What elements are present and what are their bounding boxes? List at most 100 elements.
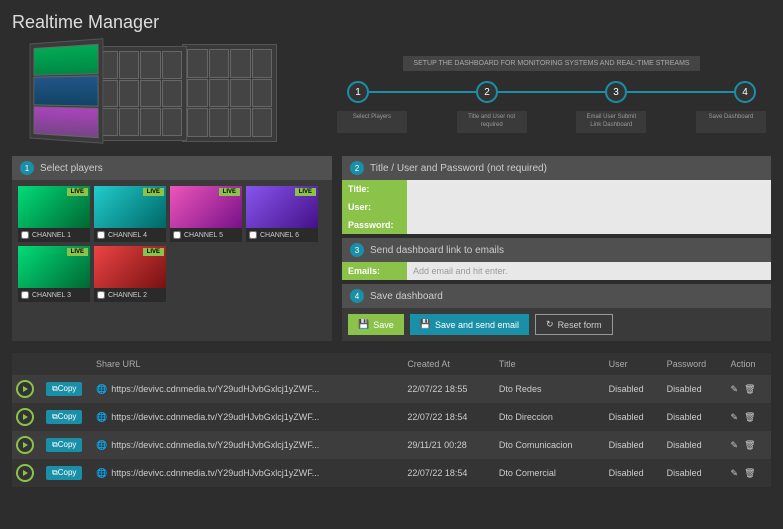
panel-number: 1 bbox=[20, 161, 34, 175]
step-3: 3 bbox=[605, 81, 627, 103]
title-cell: Dto Redes bbox=[495, 375, 605, 403]
step-caption: Title and User not required bbox=[457, 111, 527, 133]
delete-icon[interactable]: 🗑 bbox=[744, 468, 755, 479]
title-label: Title: bbox=[342, 180, 407, 198]
send-emails-panel: 3Send dashboard link to emails Emails: bbox=[342, 238, 771, 280]
globe-icon: 🌐 bbox=[96, 412, 107, 423]
live-badge: LIVE bbox=[143, 248, 164, 256]
table-row: ⧉Copy 🌐 https://devivc.cdnmedia.tv/Y29udH… bbox=[12, 403, 771, 431]
player-tile[interactable]: LIVE CHANNEL 3 bbox=[18, 246, 90, 302]
live-badge: LIVE bbox=[67, 248, 88, 256]
password-label: Password: bbox=[342, 216, 407, 234]
title-input[interactable] bbox=[407, 180, 771, 198]
edit-icon[interactable]: ✎ bbox=[731, 468, 739, 479]
play-button[interactable] bbox=[16, 464, 34, 482]
player-label: CHANNEL 6 bbox=[260, 232, 299, 239]
col-created[interactable]: Created At bbox=[403, 353, 495, 375]
delete-icon[interactable]: 🗑 bbox=[744, 384, 755, 395]
password-cell: Disabled bbox=[663, 375, 727, 403]
panel-title: Save dashboard bbox=[370, 291, 443, 302]
setup-label: SETUP THE DASHBOARD FOR MONITORING SYSTE… bbox=[403, 56, 699, 71]
col-password[interactable]: Password bbox=[663, 353, 727, 375]
player-tile[interactable]: LIVE CHANNEL 4 bbox=[94, 186, 166, 242]
panel-number: 4 bbox=[350, 289, 364, 303]
player-checkbox[interactable] bbox=[249, 231, 257, 239]
player-tile[interactable]: LIVE CHANNEL 5 bbox=[170, 186, 242, 242]
play-button[interactable] bbox=[16, 436, 34, 454]
globe-icon: 🌐 bbox=[96, 440, 107, 451]
url-text[interactable]: https://devivc.cdnmedia.tv/Y29udHJvbGxlc… bbox=[111, 412, 319, 422]
user-cell: Disabled bbox=[605, 459, 663, 487]
title-user-password-panel: 2 Title / User and Password (not required… bbox=[342, 156, 771, 234]
edit-icon[interactable]: ✎ bbox=[731, 440, 739, 451]
player-label: CHANNEL 2 bbox=[108, 292, 147, 299]
user-cell: Disabled bbox=[605, 375, 663, 403]
player-checkbox[interactable] bbox=[97, 231, 105, 239]
globe-icon: 🌐 bbox=[96, 384, 107, 395]
player-checkbox[interactable] bbox=[97, 291, 105, 299]
copy-button[interactable]: ⧉Copy bbox=[46, 438, 82, 452]
user-input[interactable] bbox=[407, 198, 771, 216]
save-icon: 💾 bbox=[420, 319, 431, 330]
player-label: CHANNEL 5 bbox=[184, 232, 223, 239]
url-text[interactable]: https://devivc.cdnmedia.tv/Y29udHJvbGxlc… bbox=[111, 440, 319, 450]
title-cell: Dto Comercial bbox=[495, 459, 605, 487]
panel-number: 2 bbox=[350, 161, 364, 175]
player-checkbox[interactable] bbox=[21, 291, 29, 299]
step-caption: Select Players bbox=[337, 111, 407, 133]
reset-button[interactable]: ↻Reset form bbox=[535, 314, 613, 335]
select-players-panel: 1 Select players LIVE CHANNEL 1 LIVE CHAN… bbox=[12, 156, 332, 341]
col-share[interactable]: Share URL bbox=[92, 353, 403, 375]
reset-icon: ↻ bbox=[546, 319, 554, 330]
emails-label: Emails: bbox=[342, 262, 407, 280]
edit-icon[interactable]: ✎ bbox=[731, 412, 739, 423]
step-2: 2 bbox=[476, 81, 498, 103]
edit-icon[interactable]: ✎ bbox=[731, 384, 739, 395]
url-text[interactable]: https://devivc.cdnmedia.tv/Y29udHJvbGxlc… bbox=[111, 384, 319, 394]
table-row: ⧉Copy 🌐 https://devivc.cdnmedia.tv/Y29udH… bbox=[12, 375, 771, 403]
save-dashboard-panel: 4 Save dashboard 💾Save 💾Save and send ema… bbox=[342, 284, 771, 341]
save-button[interactable]: 💾Save bbox=[348, 314, 404, 335]
created-cell: 29/11/21 00:28 bbox=[403, 431, 495, 459]
password-cell: Disabled bbox=[663, 459, 727, 487]
created-cell: 22/07/22 18:54 bbox=[403, 403, 495, 431]
copy-button[interactable]: ⧉Copy bbox=[46, 382, 82, 396]
delete-icon[interactable]: 🗑 bbox=[744, 412, 755, 423]
step-caption: Save Dashboard bbox=[696, 111, 766, 133]
created-cell: 22/07/22 18:55 bbox=[403, 375, 495, 403]
copy-button[interactable]: ⧉Copy bbox=[46, 466, 82, 480]
password-cell: Disabled bbox=[663, 431, 727, 459]
player-tile[interactable]: LIVE CHANNEL 1 bbox=[18, 186, 90, 242]
panel-title: Title / User and Password (not required) bbox=[370, 163, 547, 174]
setup-steps: SETUP THE DASHBOARD FOR MONITORING SYSTE… bbox=[332, 41, 771, 146]
player-tile[interactable]: LIVE CHANNEL 2 bbox=[94, 246, 166, 302]
panel-title: Select players bbox=[40, 163, 103, 174]
page-title: Realtime Manager bbox=[12, 12, 771, 33]
step-1: 1 bbox=[347, 81, 369, 103]
player-checkbox[interactable] bbox=[21, 231, 29, 239]
dashboards-table: Share URL Created At Title User Password… bbox=[12, 353, 771, 487]
table-row: ⧉Copy 🌐 https://devivc.cdnmedia.tv/Y29udH… bbox=[12, 431, 771, 459]
delete-icon[interactable]: 🗑 bbox=[744, 440, 755, 451]
password-input[interactable] bbox=[407, 216, 771, 234]
globe-icon: 🌐 bbox=[96, 468, 107, 479]
url-text[interactable]: https://devivc.cdnmedia.tv/Y29udHJvbGxlc… bbox=[111, 468, 319, 478]
player-tile[interactable]: LIVE CHANNEL 6 bbox=[246, 186, 318, 242]
play-button[interactable] bbox=[16, 408, 34, 426]
copy-button[interactable]: ⧉Copy bbox=[46, 410, 82, 424]
panel-title: Send dashboard link to emails bbox=[370, 245, 504, 256]
player-checkbox[interactable] bbox=[173, 231, 181, 239]
col-user[interactable]: User bbox=[605, 353, 663, 375]
password-cell: Disabled bbox=[663, 403, 727, 431]
table-row: ⧉Copy 🌐 https://devivc.cdnmedia.tv/Y29udH… bbox=[12, 459, 771, 487]
save-send-button[interactable]: 💾Save and send email bbox=[410, 314, 529, 335]
dashboard-preview bbox=[12, 41, 312, 146]
emails-input[interactable] bbox=[407, 262, 771, 280]
play-button[interactable] bbox=[16, 380, 34, 398]
save-icon: 💾 bbox=[358, 319, 369, 330]
live-badge: LIVE bbox=[295, 188, 316, 196]
player-label: CHANNEL 3 bbox=[32, 292, 71, 299]
live-badge: LIVE bbox=[143, 188, 164, 196]
title-cell: Dto Comunicacion bbox=[495, 431, 605, 459]
col-title[interactable]: Title bbox=[495, 353, 605, 375]
